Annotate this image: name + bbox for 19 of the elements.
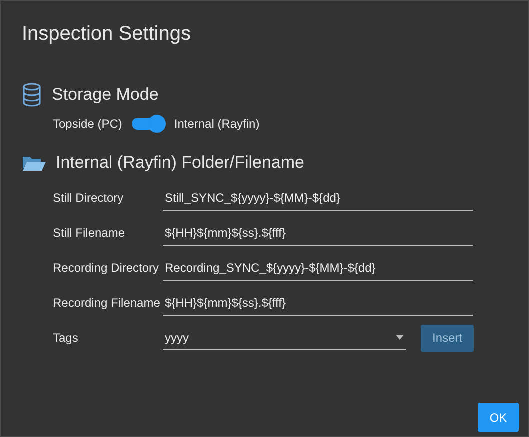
- field-label: Still Directory: [53, 191, 125, 205]
- input-field[interactable]: ${HH}${mm}${ss}.${fff}: [163, 290, 473, 316]
- folder-icon: [22, 154, 46, 172]
- field-label: Still Filename: [53, 226, 126, 240]
- field-label: Tags: [53, 331, 80, 345]
- caret-icon: [396, 335, 404, 340]
- storage-toggle[interactable]: [132, 118, 164, 130]
- field-label: Recording Filename: [53, 296, 162, 310]
- input-field[interactable]: ${HH}${mm}${ss}.${fff}: [163, 220, 473, 246]
- tags-dropdown[interactable]: yyyy: [163, 326, 406, 350]
- toggle-label: Topside (PC): [53, 117, 122, 131]
- input-field[interactable]: Recording_SYNC_${yyyy}-${MM}-${dd}: [163, 256, 473, 280]
- field-label: Recording Directory: [53, 261, 160, 275]
- section-heading: Storage Mode: [52, 85, 159, 105]
- database-icon: [22, 83, 42, 107]
- dialog-title: Inspection Settings: [21, 22, 192, 47]
- input-field[interactable]: Still_SYNC_${yyyy}-${MM}-${dd}: [163, 186, 473, 210]
- section-heading: Internal (Rayfin) Folder/Filename: [56, 153, 304, 173]
- toggle-label: Internal (Rayfin): [174, 117, 260, 131]
